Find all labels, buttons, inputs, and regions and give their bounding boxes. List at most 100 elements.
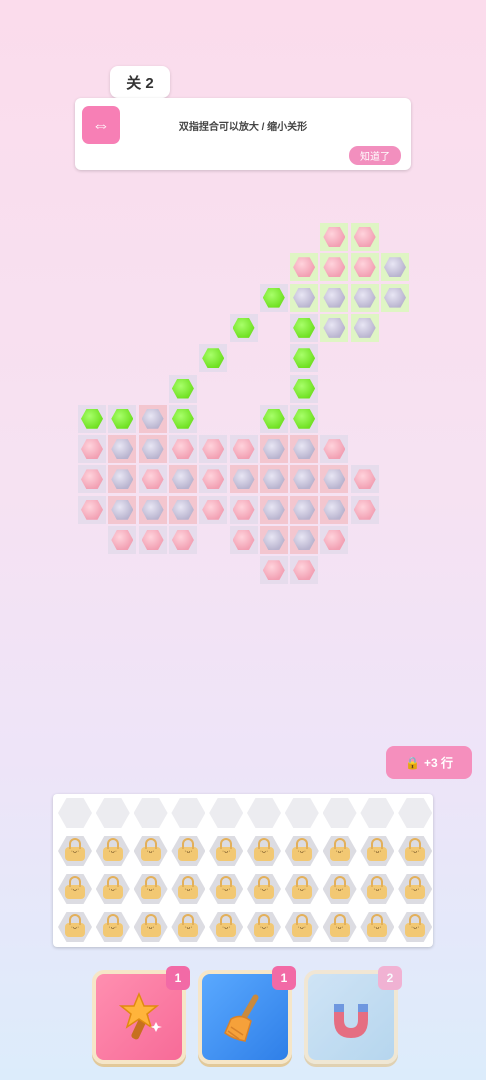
locked-tray-slot: [58, 836, 92, 866]
locked-tray-slot: [133, 874, 168, 904]
pink-hex-tile: [353, 499, 376, 520]
locked-tray-slot: [209, 874, 244, 904]
board-tile[interactable]: [259, 465, 288, 494]
unlock-rows-button[interactable]: 🔒 +3 行: [386, 746, 472, 779]
board-tile[interactable]: [320, 495, 349, 524]
empty-tray-slot: [95, 798, 130, 828]
board-tile[interactable]: [320, 435, 349, 464]
pink-hex-tile: [202, 439, 225, 460]
board-tile[interactable]: [320, 223, 349, 251]
green-hex-tile: [293, 408, 316, 429]
lock-icon: 🔒: [405, 755, 420, 770]
board-tile[interactable]: [78, 495, 106, 524]
board-tile[interactable]: [259, 526, 288, 554]
gray-hex-tile: [232, 469, 255, 490]
board-tile[interactable]: [168, 526, 197, 554]
board-tile[interactable]: [381, 283, 409, 312]
locked-tray-slot: [284, 912, 319, 942]
board-tile[interactable]: [229, 526, 258, 554]
board-tile[interactable]: [168, 435, 197, 464]
locked-tray-slot: [360, 874, 395, 904]
board-tile[interactable]: [229, 495, 258, 524]
board-tile[interactable]: [350, 223, 379, 251]
lock-icon: [140, 837, 161, 861]
board-tile[interactable]: [78, 435, 106, 464]
tip-text: 双指捏合可以放大 / 缩小关形: [178, 122, 308, 133]
board-tile[interactable]: [199, 465, 228, 494]
gray-hex-tile: [293, 439, 316, 460]
board-tile[interactable]: [168, 465, 197, 494]
board-tile[interactable]: [138, 495, 167, 524]
board-tile[interactable]: [108, 435, 137, 464]
level-label: 关 2: [126, 74, 154, 92]
board-tile[interactable]: [259, 556, 288, 585]
lock-icon: [140, 875, 161, 899]
board-tile[interactable]: [168, 404, 197, 433]
board-tile[interactable]: [229, 465, 258, 494]
board-tile[interactable]: [290, 344, 319, 373]
board-tile[interactable]: [199, 344, 228, 373]
board-tile[interactable]: [290, 283, 319, 312]
locked-tray-slot: [247, 874, 281, 904]
board-tile[interactable]: [199, 435, 228, 464]
board-tile[interactable]: [290, 404, 319, 433]
board-tile[interactable]: [320, 313, 349, 342]
broom-icon: [224, 994, 259, 1042]
board-tile[interactable]: [290, 556, 319, 585]
locked-tray-slot: [171, 912, 206, 942]
board-tile[interactable]: [138, 435, 167, 464]
locked-tray-slot: [247, 836, 281, 866]
board-tile[interactable]: [259, 435, 288, 464]
board-tile[interactable]: [259, 404, 288, 433]
board-tile[interactable]: [350, 465, 379, 494]
lock-icon: [140, 913, 161, 937]
magic-wand-tool-button[interactable]: 1: [92, 966, 190, 1064]
broom-tool-button[interactable]: 1: [198, 966, 296, 1064]
board-tile[interactable]: [138, 404, 167, 433]
got-it-button[interactable]: 知道了: [349, 146, 401, 165]
board-tile[interactable]: [290, 526, 319, 554]
lock-icon: [102, 837, 123, 861]
board-tile[interactable]: [259, 495, 288, 524]
board-tile[interactable]: [350, 313, 379, 342]
board-tile[interactable]: [108, 526, 137, 554]
pink-hex-tile: [202, 499, 225, 520]
board-tile[interactable]: [108, 465, 137, 494]
board-tile[interactable]: [290, 435, 319, 464]
board-tile[interactable]: [290, 465, 319, 494]
board-tile[interactable]: [320, 253, 349, 282]
board-tile[interactable]: [138, 465, 167, 494]
lock-icon: [367, 837, 388, 861]
gray-hex-tile: [293, 469, 316, 490]
board-tile[interactable]: [320, 465, 349, 494]
board-tile[interactable]: [290, 495, 319, 524]
board-tile[interactable]: [259, 283, 288, 312]
green-hex-tile: [171, 378, 194, 399]
board-tile[interactable]: [290, 374, 319, 403]
magnet-tool-button[interactable]: 2: [304, 966, 402, 1064]
board-tile[interactable]: [290, 253, 319, 282]
locked-tray-slot: [322, 912, 357, 942]
board-tile[interactable]: [350, 495, 379, 524]
board-tile[interactable]: [78, 404, 106, 433]
board-tile[interactable]: [168, 374, 197, 403]
empty-tray-slot: [247, 798, 281, 828]
board-tile[interactable]: [320, 283, 349, 312]
board-tile[interactable]: [168, 495, 197, 524]
board-tile[interactable]: [138, 526, 167, 554]
board-tile[interactable]: [108, 495, 137, 524]
board-tile[interactable]: [381, 253, 409, 282]
board-tile[interactable]: [108, 404, 137, 433]
board-tile[interactable]: [350, 283, 379, 312]
board-tile[interactable]: [320, 526, 349, 554]
board-tile[interactable]: [199, 495, 228, 524]
board-tile[interactable]: [229, 313, 258, 342]
pink-hex-tile: [353, 257, 376, 278]
board-tile[interactable]: [229, 435, 258, 464]
pink-hex-tile: [353, 469, 376, 490]
locked-tray-slot: [209, 836, 244, 866]
board-tile[interactable]: [350, 253, 379, 282]
board-tile[interactable]: [290, 313, 319, 342]
gray-hex-tile: [111, 439, 134, 460]
board-tile[interactable]: [78, 465, 106, 494]
